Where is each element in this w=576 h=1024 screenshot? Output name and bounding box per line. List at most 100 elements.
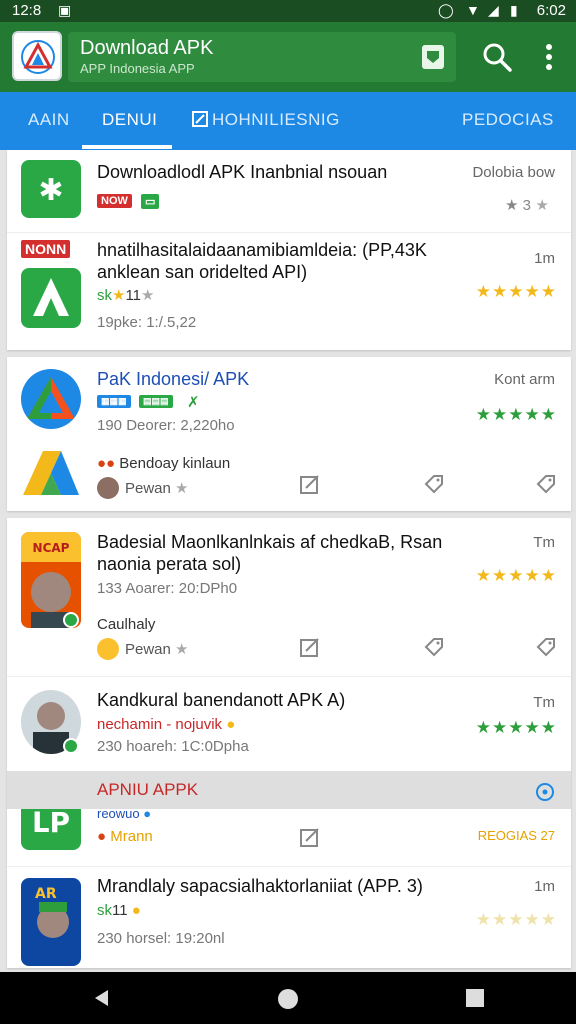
- svg-text:✱: ✱: [38, 173, 63, 208]
- emoji-icon: ●: [97, 828, 107, 845]
- rating-stars: ★★★★★: [475, 405, 557, 424]
- info-icon[interactable]: [535, 782, 555, 802]
- app-status: REOGIAS 27: [477, 828, 555, 843]
- shield-icon[interactable]: [422, 45, 444, 69]
- banner-text: APNIU APPK: [97, 780, 199, 799]
- status-clock: 6:02: [536, 2, 566, 19]
- tag-icon[interactable]: [535, 473, 557, 495]
- search-icon[interactable]: [480, 40, 514, 74]
- app-info: 19pke: 1:/.5,22: [97, 314, 197, 331]
- app-title-line1: hnatilhasitalaidaanamibiamldeia: (PP,43K: [97, 240, 427, 260]
- app-title: Mrandlaly sapacsialhaktorlaniiat (APP. 3…: [97, 876, 423, 896]
- tab-hohniliesnig[interactable]: HOHNILIESNIG: [192, 110, 340, 130]
- developer-text: nechamin - nojuvik: [97, 716, 223, 733]
- chat-icon: ▭: [141, 194, 160, 209]
- star-icon: ★: [141, 287, 155, 304]
- star-icon: ★: [535, 197, 549, 214]
- app-icon: [21, 449, 81, 499]
- app-status: Kont arm: [494, 371, 555, 388]
- rating-stars: ★★★★★: [475, 566, 557, 585]
- rating-value: ★ 3: [505, 197, 531, 214]
- app-title: Kandkural banendanott APK A): [97, 690, 346, 710]
- recents-icon[interactable]: [465, 988, 485, 1008]
- more-vert-icon[interactable]: [536, 40, 562, 74]
- home-icon[interactable]: [277, 988, 299, 1010]
- avatar: [97, 638, 119, 660]
- badge: NONN: [21, 240, 71, 258]
- rating-number: 11: [112, 902, 128, 919]
- developer-name: ●● Bendoay kinlaun: [97, 455, 230, 472]
- tag-icon[interactable]: [423, 473, 445, 495]
- divider: [7, 866, 571, 867]
- edit-icon[interactable]: [299, 473, 321, 495]
- star-icon: ★: [175, 480, 189, 497]
- divider: [7, 232, 571, 233]
- tab-aain[interactable]: AAIN: [28, 110, 70, 130]
- alarm-icon: ◯: [438, 2, 454, 18]
- svg-text:AR: AR: [35, 886, 57, 902]
- app-status: Dolobia bow: [472, 164, 555, 181]
- rating-number: 3: [522, 197, 531, 214]
- wifi-icon: ▼: [466, 2, 480, 18]
- tab-denui[interactable]: DENUI: [102, 110, 157, 130]
- apk-logo-icon[interactable]: [12, 31, 62, 81]
- battery-icon: ▮: [510, 2, 518, 18]
- svg-text:ᒪP: ᒪP: [32, 806, 70, 839]
- banner-label: APNIU APPK: [97, 780, 198, 800]
- rating-prefix: sk: [97, 902, 112, 919]
- tab-label: HOHNILIESNIG: [212, 110, 340, 129]
- developer-name: Caulhaly: [97, 616, 156, 633]
- user-name: Pewan ★: [125, 479, 189, 497]
- app-card: PaK Indonesi/ APK ▦▦▦ ▤▤▤ ✗ 190 Deorer: …: [7, 357, 571, 511]
- back-icon[interactable]: [92, 988, 112, 1008]
- tag-badge: ▤▤▤: [139, 395, 173, 408]
- list-item[interactable]: NONN hnatilhasitalaidaanamibiamldeia: (P…: [7, 234, 571, 350]
- tag-icon[interactable]: [423, 636, 445, 658]
- edit-icon[interactable]: [299, 826, 321, 848]
- app-time: Tm: [533, 534, 555, 551]
- list-item[interactable]: ✱ Downloadlodl APK Inanbnial nsouan NOW …: [7, 150, 571, 230]
- search-field[interactable]: Download APK APP Indonesia APP: [68, 32, 456, 82]
- verified-icon: [63, 612, 79, 628]
- app-icon: ✱: [21, 160, 81, 218]
- app-card: ✱ Downloadlodl APK Inanbnial nsouan NOW …: [7, 150, 571, 350]
- divider: [7, 676, 571, 677]
- new-badge: NOW: [97, 194, 132, 208]
- app-icon: [21, 268, 81, 328]
- app-title: Download APK: [80, 37, 214, 59]
- user-text: Pewan: [125, 641, 171, 658]
- edit-icon[interactable]: [299, 636, 321, 658]
- edit-icon: [192, 111, 208, 127]
- emoji-icon: ●●: [97, 455, 116, 472]
- app-icon: AR: [21, 878, 81, 966]
- tab-bar: AAIN DENUI HOHNILIESNIG PEDOCIAS: [0, 92, 576, 150]
- system-nav-bar: [0, 972, 576, 1024]
- status-bar: 12:8 ▣ ◯ ▼ ◢ ▮ 6:02: [0, 0, 576, 22]
- tag-icon[interactable]: [535, 636, 557, 658]
- svg-text:NCAP: NCAP: [33, 541, 70, 555]
- app-icon: [21, 369, 81, 429]
- app-info: 190 Deorer: 2,220ho: [97, 417, 235, 434]
- rating-stars: ★★★★★: [475, 910, 557, 929]
- avatar: [97, 477, 119, 499]
- star-icon: ★: [112, 287, 126, 304]
- signal-icon: ◢: [488, 2, 499, 18]
- developer-name: ● Mrann: [97, 828, 153, 845]
- app-title: PaK Indonesi/ APK: [97, 369, 250, 389]
- rating-stars: ★★★★★: [475, 282, 557, 301]
- rating-meta: sk11 ●: [97, 902, 141, 919]
- tag-badge: ▦▦▦: [97, 395, 131, 408]
- developer-text: Mrann: [110, 828, 153, 845]
- tab-pedocias[interactable]: PEDOCIAS: [462, 110, 554, 130]
- section-banner[interactable]: APNIU APPK: [7, 771, 571, 809]
- star-icon: ★: [175, 641, 189, 658]
- app-title-line2: anklean san oridelted API): [97, 262, 308, 282]
- app-time: Tm: [533, 694, 555, 711]
- app-title: Downloadlodl APK Inanbnial nsouan: [97, 162, 388, 182]
- app-subtitle: APP Indonesia APP: [80, 61, 195, 76]
- rating-stars: ★★★★★: [475, 718, 557, 737]
- developer-text: Bendoay kinlaun: [119, 455, 231, 472]
- app-title-line1: Badesial Maonlkanlnkais af chedkaB, Rsan: [97, 532, 443, 552]
- app-card: NCAP Badesial Maonlkanlnkais af chedkaB,…: [7, 518, 571, 968]
- emoji-icon: ●: [131, 902, 141, 919]
